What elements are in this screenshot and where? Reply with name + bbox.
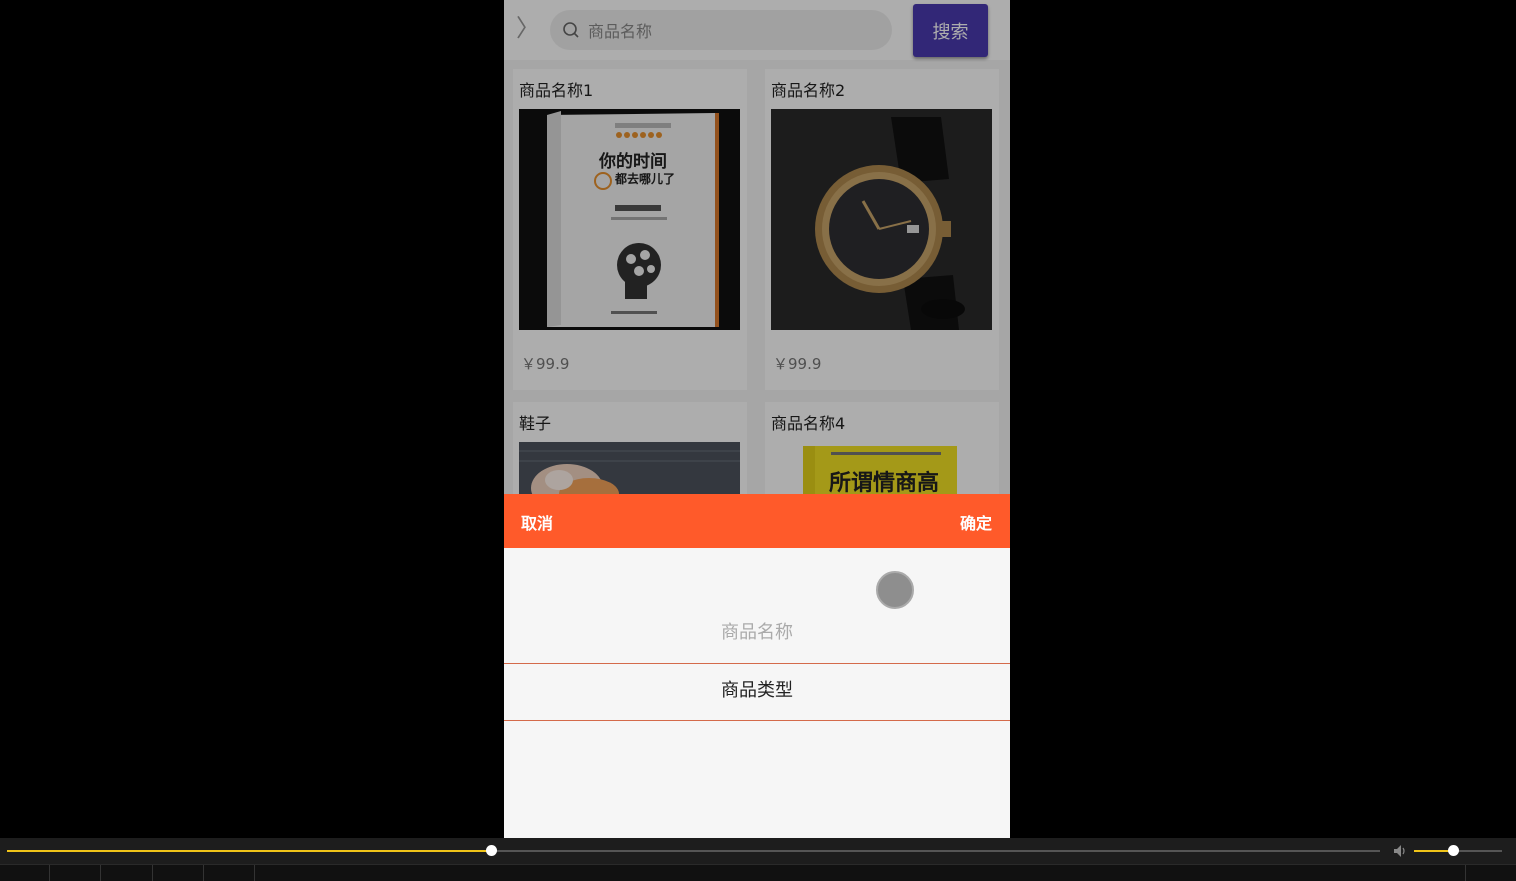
cancel-button[interactable]: 取消 <box>521 510 553 534</box>
touch-cursor-indicator <box>876 571 914 609</box>
progress-handle[interactable] <box>485 845 497 856</box>
player-controls <box>0 838 1516 881</box>
picker-option[interactable]: 商品名称 <box>504 618 1010 644</box>
volume-fill <box>1414 850 1453 852</box>
strip-divider <box>1464 865 1466 881</box>
strip-cell[interactable] <box>153 865 204 881</box>
strip-cell[interactable] <box>204 865 255 881</box>
volume-slider[interactable] <box>1414 845 1502 856</box>
strip-cell[interactable] <box>50 865 101 881</box>
speaker-icon[interactable] <box>1392 843 1408 859</box>
strip-cell[interactable] <box>0 865 50 881</box>
picker-header: 取消 确定 <box>504 494 1010 548</box>
bottom-strip <box>0 864 1516 881</box>
modal-overlay[interactable] <box>504 0 1010 494</box>
picker-option-selected[interactable]: 商品类型 <box>504 676 1010 702</box>
picker-selection-line-top <box>504 663 1010 664</box>
volume-handle[interactable] <box>1447 845 1459 856</box>
strip-cell[interactable] <box>101 865 153 881</box>
phone-screen: 〉 搜索 商品名称1 你的时间 都去哪儿 <box>504 0 1010 838</box>
progress-fill <box>7 850 491 852</box>
progress-bar[interactable] <box>7 845 1380 856</box>
confirm-button[interactable]: 确定 <box>960 510 992 534</box>
picker-selection-line-bottom <box>504 720 1010 721</box>
